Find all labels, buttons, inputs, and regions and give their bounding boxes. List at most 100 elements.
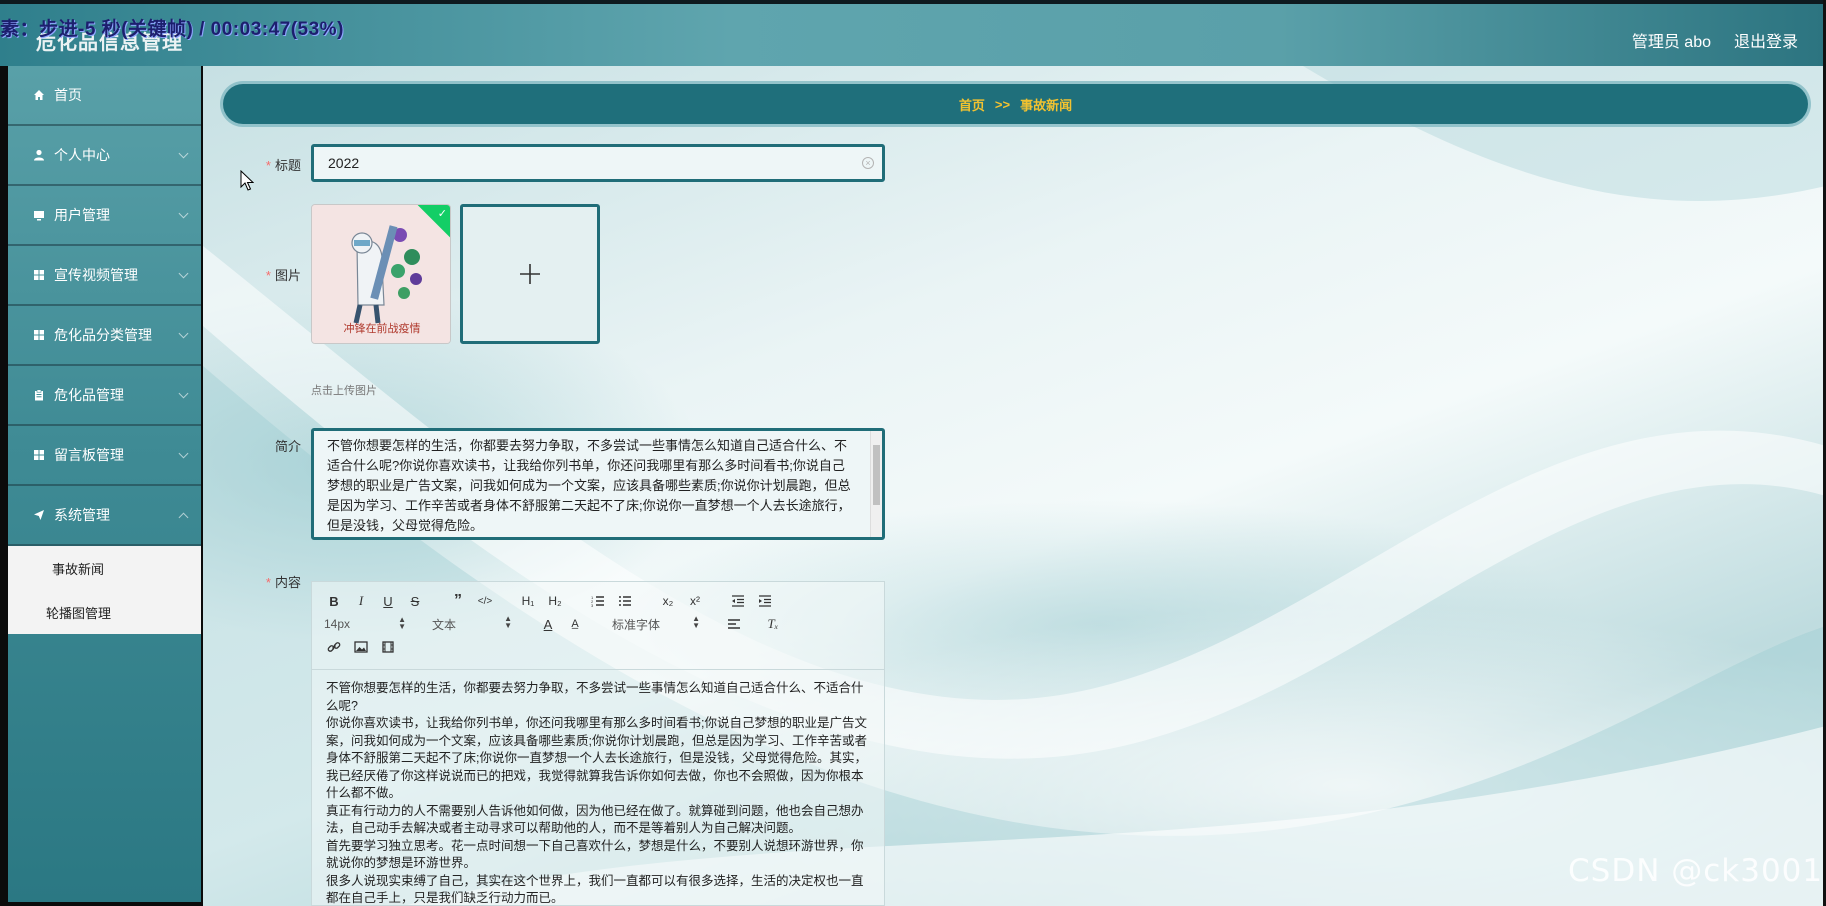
- sidebar-subitem-accident-news[interactable]: 事故新闻: [8, 546, 201, 590]
- breadcrumb: 首页 >> 事故新闻: [223, 84, 1808, 124]
- chevron-down-icon: [178, 388, 189, 399]
- system-submenu: 事故新闻 轮播图管理: [8, 546, 201, 634]
- admin-label: 管理员 abo: [1631, 34, 1711, 51]
- chevron-down-icon: [178, 328, 189, 339]
- font-size-value: 14px: [324, 617, 351, 631]
- breadcrumb-current: 事故新闻: [1020, 97, 1073, 113]
- sidebar-item-user-management[interactable]: 用户管理: [8, 186, 201, 246]
- sidebar-item-video-management[interactable]: 宣传视频管理: [8, 246, 201, 306]
- editor-paragraph: 不管你想要怎样的生活，你都要去努力争取，不多尝试一些事情怎么知道自己适合什么、不…: [326, 681, 864, 713]
- image-icon[interactable]: [351, 637, 371, 657]
- editor-content-area[interactable]: 不管你想要怎样的生活，你都要去努力争取，不多尝试一些事情怎么知道自己适合什么、不…: [312, 670, 884, 906]
- doctor-illustration: 冲锋在前战疫情: [312, 205, 450, 343]
- breadcrumb-home[interactable]: 首页: [959, 95, 985, 114]
- sidebar-item-label: 危化品管理: [54, 387, 124, 403]
- editor-paragraph: 真正有行动力的人不需要别人告诉他如何做，因为他已经在做了。就算碰到问题，他也会自…: [326, 803, 864, 836]
- code-block-icon[interactable]: </>: [475, 591, 495, 611]
- grid-icon: [32, 328, 46, 342]
- sidebar-subitem-carousel-management[interactable]: 轮播图管理: [8, 590, 201, 634]
- description-textarea[interactable]: 不管你想要怎样的生活，你都要去努力争取，不多尝试一些事情怎么知道自己适合什么、不…: [311, 428, 885, 540]
- sidebar-item-system-management[interactable]: 系统管理: [8, 486, 201, 546]
- underline-icon[interactable]: U: [378, 591, 398, 611]
- font-family-select[interactable]: 标准字体 ▲ ▼: [612, 613, 700, 633]
- block-type-select[interactable]: 文本 ▲ ▼: [432, 613, 512, 633]
- clear-icon[interactable]: ×: [862, 157, 874, 169]
- heading-2-icon[interactable]: H₂: [545, 591, 565, 611]
- chevron-down-icon: [178, 208, 189, 219]
- textarea-scrollbar[interactable]: [870, 431, 882, 537]
- title-input-value: 2022: [328, 155, 360, 171]
- uploaded-image-thumbnail[interactable]: 冲锋在前战疫情 ✓: [311, 204, 451, 344]
- scrollbar-thumb[interactable]: [873, 445, 880, 505]
- mouse-cursor-icon: [240, 170, 254, 191]
- editor-paragraph: 首先要学习独立思考。花一点时间想一下自己喜欢什么，梦想是什么，不要别人说想环游世…: [326, 838, 864, 871]
- breadcrumb-separator: >>: [994, 96, 1011, 112]
- title-input[interactable]: 2022 ×: [311, 144, 885, 182]
- rich-text-editor: B I U S ” </> H₁ H₂ 123 x₂ x² 14px ▲ ▼ 文…: [311, 581, 885, 906]
- sidebar-item-label: 系统管理: [54, 507, 110, 523]
- align-icon[interactable]: [724, 614, 744, 634]
- app-window: 危化品信息管理 管理员 abo 退出登录 素：步进-5 秒(关键帧) / 00:…: [0, 0, 1826, 906]
- video-icon[interactable]: [378, 637, 398, 657]
- monitor-icon: [32, 208, 46, 222]
- sidebar-item-label: 留言板管理: [54, 447, 124, 463]
- send-icon: [32, 508, 46, 522]
- font-color-icon[interactable]: A: [538, 614, 558, 634]
- link-icon[interactable]: [324, 637, 344, 657]
- strikethrough-icon[interactable]: S: [405, 591, 425, 611]
- editor-toolbar: B I U S ” </> H₁ H₂ 123 x₂ x² 14px ▲ ▼ 文…: [312, 582, 884, 670]
- select-arrows-icon: ▲ ▼: [692, 613, 700, 630]
- subscript-icon[interactable]: x₂: [658, 591, 678, 611]
- editor-paragraph: 你说你喜欢读书，让我给你列书单，你还问我哪里有那么多时间看书;你说自己梦想的职业…: [326, 716, 867, 800]
- sidebar-item-label: 宣传视频管理: [54, 267, 138, 283]
- sidebar: 首页 个人中心 用户管理 宣传视频管理 危化品分类管理 危化品管理 留言板管理 …: [8, 66, 201, 902]
- clipboard-icon: [32, 388, 46, 402]
- clear-format-icon[interactable]: Tₓ: [763, 614, 783, 634]
- content-label: * 内容: [265, 575, 301, 590]
- select-arrows-icon: ▲ ▼: [398, 615, 406, 631]
- chevron-down-icon: [178, 512, 189, 523]
- grid-icon: [32, 448, 46, 462]
- svg-text:3: 3: [591, 603, 594, 607]
- heading-1-icon[interactable]: H₁: [518, 591, 538, 611]
- main-content: 首页 >> 事故新闻 * 标题 2022 × * 图片 冲锋在前战疫情 ✓ 点击…: [203, 66, 1826, 906]
- sidebar-item-personal-center[interactable]: 个人中心: [8, 126, 201, 186]
- font-size-select[interactable]: 14px ▲ ▼: [324, 615, 406, 632]
- sidebar-item-label: 危化品分类管理: [54, 327, 152, 343]
- sidebar-item-category-management[interactable]: 危化品分类管理: [8, 306, 201, 366]
- indent-icon[interactable]: [755, 591, 775, 611]
- chevron-down-icon: [178, 148, 189, 159]
- sidebar-item-label: 个人中心: [54, 147, 110, 163]
- home-icon: [32, 88, 46, 102]
- bullet-list-icon[interactable]: [615, 591, 635, 611]
- blockquote-icon[interactable]: ”: [448, 591, 468, 611]
- chevron-down-icon: [178, 268, 189, 279]
- sidebar-item-label: 首页: [54, 87, 82, 103]
- video-player-overlay: 素：步进-5 秒(关键帧) / 00:03:47(53%): [0, 19, 344, 40]
- logout-link[interactable]: 退出登录: [1734, 28, 1798, 52]
- italic-icon[interactable]: I: [351, 591, 371, 611]
- description-label: 简介: [274, 439, 301, 454]
- grid-icon: [32, 268, 46, 282]
- image-label: * 图片: [265, 268, 301, 283]
- sidebar-item-message-board[interactable]: 留言板管理: [8, 426, 201, 486]
- plus-icon: [520, 264, 540, 284]
- image-upload-button[interactable]: [460, 204, 600, 344]
- font-family-value: 标准字体: [612, 617, 661, 632]
- background-color-icon[interactable]: A̲: [565, 614, 585, 634]
- sidebar-item-chemical-management[interactable]: 危化品管理: [8, 366, 201, 426]
- description-text: 不管你想要怎样的生活，你都要去努力争取，不多尝试一些事情怎么知道自己适合什么、不…: [327, 438, 851, 533]
- superscript-icon[interactable]: x²: [685, 591, 705, 611]
- ordered-list-icon[interactable]: 123: [588, 591, 608, 611]
- image-caption: 冲锋在前战疫情: [344, 321, 421, 335]
- check-icon: ✓: [437, 208, 447, 220]
- chevron-down-icon: [178, 448, 189, 459]
- editor-paragraph: 很多人说现实束缚了自己，其实在这个世界上，我们一直都可以有很多选择，生活的决定权…: [326, 873, 864, 906]
- sidebar-item-home[interactable]: 首页: [8, 66, 201, 126]
- sidebar-item-label: 用户管理: [54, 207, 110, 223]
- bold-icon[interactable]: B: [324, 591, 344, 611]
- block-type-value: 文本: [432, 617, 457, 632]
- select-arrows-icon: ▲ ▼: [504, 613, 512, 630]
- outdent-icon[interactable]: [728, 591, 748, 611]
- upload-hint: 点击上传图片: [311, 385, 377, 397]
